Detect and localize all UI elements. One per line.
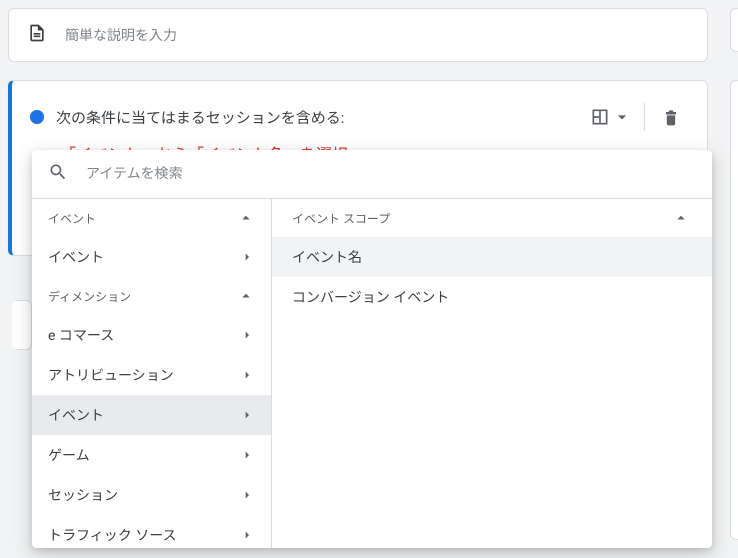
caret-down-icon: [612, 107, 632, 127]
picker-left-column: イベントイベントディメンションe コマースアトリビューションイベントゲームセッシ…: [32, 198, 272, 548]
description-card: 簡単な説明を入力: [8, 8, 708, 62]
description-placeholder[interactable]: 簡単な説明を入力: [65, 25, 177, 45]
description-icon: [27, 23, 47, 47]
right-menu-item[interactable]: コンバージョン イベント: [272, 277, 712, 317]
left-menu-item[interactable]: イベント: [32, 237, 271, 277]
left-menu-item[interactable]: アトリビューション: [32, 355, 271, 395]
left-menu-item[interactable]: セッション: [32, 475, 271, 515]
left-menu-item-label: イベント: [48, 405, 104, 425]
picker-right-column: イベント スコープイベント名コンバージョン イベント: [272, 198, 712, 548]
condition-header: 次の条件に当てはまるセッションを含める:: [30, 99, 689, 135]
search-input[interactable]: [84, 165, 696, 183]
left-menu-item-label: e コマース: [48, 325, 114, 345]
left-menu-item[interactable]: トラフィック ソース: [32, 515, 271, 548]
condition-bullet-icon: [30, 110, 44, 124]
right-section-header[interactable]: イベント スコープ: [272, 199, 712, 237]
left-menu-item-label: セッション: [48, 485, 118, 505]
divider: [644, 103, 645, 131]
left-menu-item-label: イベント: [48, 247, 104, 267]
left-menu-item-label: ゲーム: [48, 445, 90, 465]
condition-actions: [586, 99, 689, 135]
left-menu-item-label: アトリビューション: [48, 365, 174, 385]
card-stub: [12, 300, 32, 350]
right-section-label: イベント スコープ: [292, 210, 390, 227]
search-icon: [48, 162, 68, 186]
left-menu-item[interactable]: e コマース: [32, 315, 271, 355]
left-section-label: ディメンション: [48, 288, 131, 305]
scope-selector-button[interactable]: [586, 99, 636, 135]
left-menu-item[interactable]: イベント: [32, 395, 271, 435]
left-section-label: イベント: [48, 210, 96, 227]
item-picker-popover: イベントイベントディメンションe コマースアトリビューションイベントゲームセッシ…: [32, 150, 712, 548]
left-section-header[interactable]: イベント: [32, 199, 271, 237]
right-menu-item[interactable]: イベント名: [272, 237, 712, 277]
right-panel-stub: [730, 8, 738, 52]
delete-button[interactable]: [653, 99, 689, 135]
condition-title: 次の条件に当てはまるセッションを含める:: [56, 107, 574, 128]
left-menu-item-label: トラフィック ソース: [48, 525, 177, 545]
right-panel-stub-2: [730, 80, 738, 540]
left-menu-item[interactable]: ゲーム: [32, 435, 271, 475]
picker-columns: イベントイベントディメンションe コマースアトリビューションイベントゲームセッシ…: [32, 198, 712, 548]
left-section-header[interactable]: ディメンション: [32, 277, 271, 315]
search-row: [32, 150, 712, 198]
